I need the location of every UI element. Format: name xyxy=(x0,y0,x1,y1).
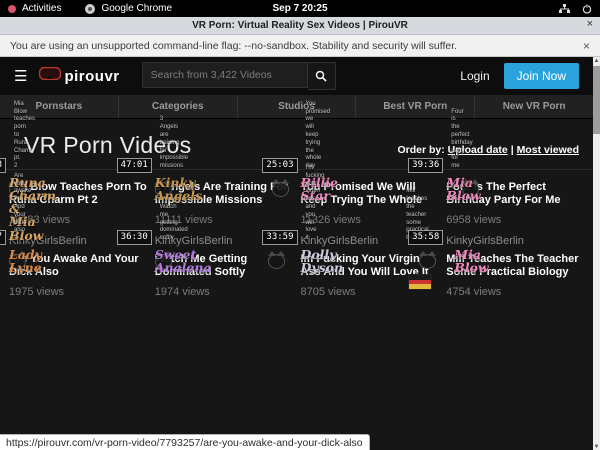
scroll-up-icon[interactable]: ▲ xyxy=(593,57,600,65)
studio-link[interactable] xyxy=(301,307,443,320)
menu-item-studios[interactable]: Studios xyxy=(238,95,357,118)
order-by-controls: Order by: Upload date | Most viewed xyxy=(397,144,579,159)
login-link[interactable]: Login xyxy=(460,69,489,83)
chrome-infobar: You are using an unsupported command-lin… xyxy=(0,35,600,57)
video-views: 6958 views xyxy=(446,214,588,226)
order-most-viewed-link[interactable]: Most viewed xyxy=(517,144,579,156)
scroll-down-icon[interactable]: ▼ xyxy=(593,443,600,450)
menu-item-new-vr-porn[interactable]: New VR Porn xyxy=(475,95,593,118)
join-now-button[interactable]: Join Now xyxy=(504,63,579,89)
status-url-text: https://pirouvr.com/vr-porn-video/779325… xyxy=(6,437,363,449)
window-title: VR Porn: Virtual Reality Sex Videos | Pi… xyxy=(192,20,408,31)
system-top-bar: Activities Google Chrome Sep 7 20:25 xyxy=(0,0,600,17)
power-icon[interactable] xyxy=(582,4,592,14)
page-scrollbar[interactable]: ▲ ▼ xyxy=(593,57,600,450)
screen: Activities Google Chrome Sep 7 20:25 VR … xyxy=(0,0,600,450)
video-views: 1975 views xyxy=(9,286,151,298)
status-url-bubble: https://pirouvr.com/vr-porn-video/779325… xyxy=(0,434,370,450)
hamburger-menu-icon[interactable]: ☰ xyxy=(14,69,27,84)
search-input[interactable] xyxy=(142,62,308,88)
studio-link[interactable] xyxy=(155,307,297,320)
video-views: 4754 views xyxy=(446,286,588,298)
video-grid: Runa Charm & Mia Blow Mia Blow teaches p… xyxy=(0,170,593,320)
studio-link[interactable] xyxy=(9,307,151,320)
infobar-message: You are using an unsupported command-lin… xyxy=(10,40,457,52)
vr-goggles-icon xyxy=(39,67,61,85)
video-card[interactable]: Mia Blow Four is the perfect birthday pa… xyxy=(446,176,588,248)
clock[interactable]: Sep 7 20:25 xyxy=(0,3,600,14)
site-logo-text: pirouvr xyxy=(64,68,119,85)
video-card[interactable]: Mia Blow Milf teaches the teacher some p… xyxy=(446,248,588,320)
window-title-bar: VR Porn: Virtual Reality Sex Videos | Pi… xyxy=(0,17,600,35)
window-close-icon[interactable]: × xyxy=(587,18,593,30)
scrollbar-thumb[interactable] xyxy=(593,66,600,134)
order-by-label: Order by: xyxy=(397,144,444,156)
site-navbar: ☰ pirouvr Login Join Now xyxy=(0,57,593,95)
studio-link[interactable] xyxy=(446,307,588,320)
site-menu-bar: Pornstars Categories Studios Best VR Por… xyxy=(0,95,593,119)
browser-viewport: ☰ pirouvr Login Join Now Po xyxy=(0,57,600,450)
search-button[interactable] xyxy=(308,62,336,90)
video-views: 1974 views xyxy=(155,286,297,298)
infobar-close-icon[interactable]: × xyxy=(583,39,590,53)
site-logo[interactable]: pirouvr xyxy=(39,67,119,85)
video-card[interactable]: Lady Lyne Are you awake ? And your dick … xyxy=(9,248,151,320)
menu-item-categories[interactable]: Categories xyxy=(119,95,238,118)
search-icon xyxy=(315,70,327,82)
order-separator: | xyxy=(511,144,514,156)
network-icon[interactable] xyxy=(559,4,570,14)
